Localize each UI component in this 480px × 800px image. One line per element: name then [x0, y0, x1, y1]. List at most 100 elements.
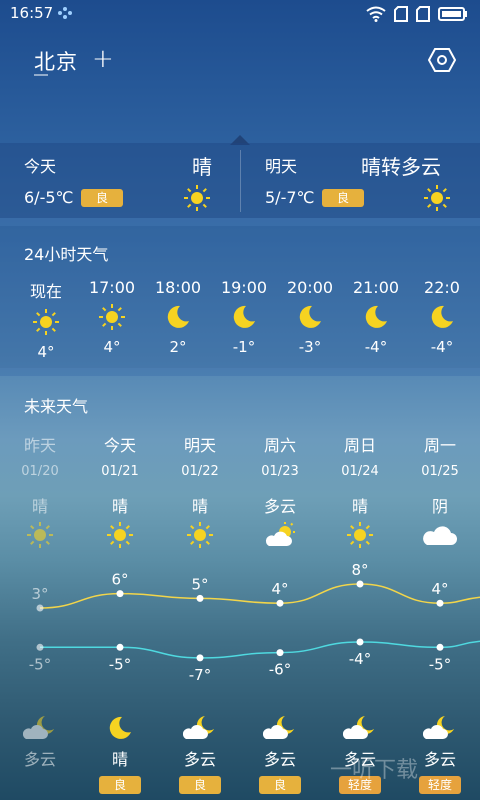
forecast-day: 今天 01/21 晴 [80, 432, 160, 553]
hour-item: 22:0 -4° [409, 278, 475, 356]
forecast-title: 未来天气 [24, 397, 89, 416]
tomorrow-weather: 晴转多云 [361, 155, 441, 179]
add-city-button[interactable]: + [92, 44, 114, 74]
collapse-arrow-icon[interactable] [229, 131, 251, 145]
day-name: 周一 [423, 436, 456, 455]
temperature-point [196, 654, 204, 662]
sun-icon [79, 297, 145, 333]
tomorrow-temp: 5/-7℃ [265, 188, 315, 207]
sun-icon [160, 521, 240, 553]
moon-icon [80, 714, 160, 744]
hour-temp: -3° [298, 338, 322, 356]
day-weather: 晴 [191, 497, 208, 516]
battery-icon [438, 7, 467, 21]
day-weather: 晴 [351, 497, 368, 516]
hourly-list[interactable]: 现在 4° 17:00 4° 18:00 2° 19:00 -1° 20:00 … [0, 278, 480, 368]
sun-icon [320, 521, 400, 553]
temperature-label: -5° [429, 655, 451, 673]
moon-icon [409, 297, 475, 333]
temperature-chart: 3° 6° 5° 4° 8° 4° -5° -5° -7° -6° -4° -5° [29, 561, 480, 684]
cloudy-moon-icon [0, 714, 80, 744]
temperature-label: 8° [351, 561, 368, 579]
moon-icon [343, 297, 409, 333]
night-day: 晴 良 [80, 714, 160, 794]
city-name[interactable]: 北京 [34, 46, 78, 76]
today-weather: 晴 [192, 155, 212, 179]
cloud-icon [400, 521, 480, 553]
forecast-day: 明天 01/22 晴 [160, 432, 240, 553]
sun-icon [80, 521, 160, 553]
day-date: 01/25 [421, 464, 459, 479]
sun-icon [13, 302, 79, 338]
today-label: 今天 [24, 157, 57, 176]
tomorrow-aqi-badge: 良 [322, 189, 364, 207]
temperature-point [436, 643, 444, 651]
day-date: 01/24 [341, 464, 379, 479]
cloudy-moon-icon [160, 714, 240, 744]
forecast-day: 周日 01/24 晴 [320, 432, 400, 553]
temperature-point [276, 599, 284, 607]
day-date: 01/23 [261, 464, 299, 479]
day-date: 01/22 [181, 464, 219, 479]
temperature-point [196, 594, 204, 602]
temperature-label: -5° [29, 655, 51, 673]
day-name: 明天 [183, 436, 216, 455]
forecast-day: 昨天 01/20 晴 [0, 432, 80, 553]
temperature-line [40, 640, 480, 659]
temperature-label: 4° [431, 580, 448, 598]
aqi-badge: 良 [179, 776, 221, 794]
hour-time: 21:00 [352, 278, 400, 297]
section-separator [0, 218, 480, 226]
hour-time: 19:00 [220, 278, 268, 297]
hour-time: 17:00 [88, 278, 136, 297]
hour-item: 18:00 2° [145, 278, 211, 356]
hour-item: 21:00 -4° [343, 278, 409, 356]
moon-icon [277, 297, 343, 333]
sun-icon [423, 184, 451, 216]
temperature-label: -6° [269, 661, 291, 679]
hour-time: 18:00 [154, 278, 202, 297]
hourly-title: 24小时天气 [24, 245, 109, 264]
night-weather: 多云 [23, 750, 56, 769]
forecast-day: 周六 01/23 多云 [240, 432, 320, 553]
notification-icon [56, 5, 74, 24]
today-aqi-badge: 良 [81, 189, 123, 207]
page-indicator [34, 74, 48, 76]
moon-icon [211, 297, 277, 333]
day-date: 01/21 [101, 464, 139, 479]
night-weather: 多云 [183, 750, 216, 769]
hour-temp: -1° [232, 338, 256, 356]
panel-divider [240, 150, 241, 212]
sun-icon [0, 521, 80, 553]
settings-icon[interactable] [427, 46, 457, 74]
temperature-label: -7° [189, 666, 211, 684]
day-name: 周日 [343, 436, 376, 455]
temperature-point [276, 649, 284, 657]
hour-temp: 4° [103, 338, 121, 356]
temperature-point [36, 604, 44, 612]
status-icons [366, 6, 468, 22]
day-date: 01/20 [21, 464, 59, 479]
hour-temp: 2° [169, 338, 187, 356]
temperature-label: -4° [349, 650, 371, 668]
cloudy-moon-icon [240, 714, 320, 744]
sun-icon [183, 184, 211, 216]
status-time: 16:57 [10, 4, 54, 22]
temperature-label: 6° [111, 571, 128, 589]
day-name: 昨天 [23, 436, 56, 455]
temperature-point [356, 580, 364, 588]
aqi-badge: 良 [259, 776, 301, 794]
aqi-badge: 良 [99, 776, 141, 794]
day-name: 今天 [103, 436, 136, 455]
hour-item: 19:00 -1° [211, 278, 277, 356]
temperature-label: 4° [271, 580, 288, 598]
day-weather: 阴 [431, 497, 448, 516]
aqi-badge: 轻度 [419, 776, 461, 794]
day-weather: 晴 [111, 497, 128, 516]
temperature-label: 3° [31, 585, 48, 603]
section-separator [0, 368, 480, 376]
tomorrow-label: 明天 [265, 157, 298, 176]
cloudy-moon-icon [320, 714, 400, 744]
hour-item: 17:00 4° [79, 278, 145, 356]
hour-time: 22:0 [424, 278, 460, 297]
